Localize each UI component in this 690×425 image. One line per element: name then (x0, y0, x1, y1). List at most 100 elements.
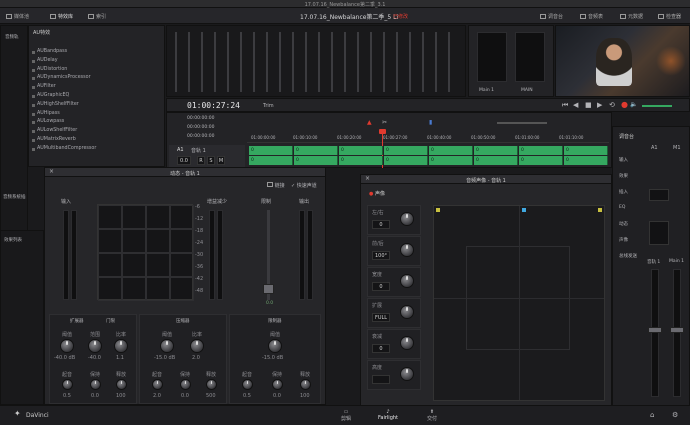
audio-clip[interactable]: 0 (474, 146, 518, 155)
audio-clip[interactable]: 0 (384, 156, 428, 165)
pan-param-value[interactable]: 0 (372, 344, 390, 353)
limit-slider-handle[interactable] (263, 284, 274, 294)
fader-handle[interactable] (670, 327, 684, 333)
pan-knob[interactable] (400, 243, 414, 257)
close-icon[interactable]: × (365, 175, 370, 182)
release-knob[interactable] (206, 379, 217, 390)
audio-clip[interactable]: 0 (339, 156, 383, 165)
playhead-handle[interactable] (379, 129, 386, 134)
media-pool-button[interactable]: 媒体池 (6, 13, 29, 20)
video-viewer[interactable] (555, 25, 690, 97)
blade-tool-icon[interactable]: ✂ (382, 119, 387, 126)
list-item[interactable]: AUDelay (31, 57, 161, 66)
pan-param-value[interactable]: 0 (372, 220, 390, 229)
pan-param-value[interactable]: FULL (372, 313, 390, 322)
dynamics-titlebar[interactable]: 动态 - 音轨 1 × (45, 168, 325, 177)
volume-slider[interactable] (642, 105, 672, 107)
pan-param-value[interactable] (372, 375, 390, 384)
play-reverse-button[interactable]: ◀ (573, 101, 578, 109)
range-knob[interactable] (88, 339, 102, 353)
pan-knob[interactable] (400, 305, 414, 319)
release-knob[interactable] (300, 379, 311, 390)
index-button[interactable]: 索引 (88, 13, 106, 20)
attack-knob[interactable] (242, 379, 253, 390)
track-volume[interactable]: 0.0 (177, 156, 191, 165)
audio-clip[interactable]: 0 (249, 156, 293, 165)
hold-knob[interactable] (180, 379, 191, 390)
inspector-button[interactable]: 检查器 (658, 13, 681, 20)
pan-titlebar[interactable]: 音频声像 - 音轨 1 × (361, 175, 611, 184)
audio-clip[interactable]: 0 (564, 146, 608, 155)
home-icon[interactable]: ⌂ (650, 411, 654, 419)
list-item[interactable]: AUBandpass (31, 48, 161, 57)
meters-button[interactable]: 音频表 (580, 13, 603, 20)
zoom-slider[interactable] (497, 122, 547, 124)
list-item[interactable]: AUGraphicEQ (31, 92, 161, 101)
list-item[interactable]: AULowpass (31, 118, 161, 127)
release-knob[interactable] (116, 379, 127, 390)
attack-knob[interactable] (152, 379, 163, 390)
metadata-button[interactable]: 元数据 (620, 13, 643, 20)
hold-knob[interactable] (272, 379, 283, 390)
audio-clip[interactable]: 0 (339, 146, 383, 155)
threshold-knob[interactable] (268, 339, 282, 353)
audio-track-lane[interactable]: 0000000000000000 (249, 146, 609, 166)
pan-knob[interactable] (400, 212, 414, 226)
audio-clip[interactable]: 0 (294, 146, 338, 155)
timeline-ruler[interactable]: 01:00:00:00 01:00:10:00 01:00:20:00 01:0… (247, 133, 609, 143)
loop-button[interactable]: ⟲ (609, 101, 615, 109)
audio-clip[interactable]: 0 (429, 156, 473, 165)
record-button[interactable]: ● (621, 100, 628, 109)
threshold-knob[interactable] (160, 339, 174, 353)
list-item[interactable]: AULowShelfFilter (31, 127, 161, 136)
page-tab-edit[interactable]: ▭ 剪辑 (334, 409, 358, 422)
audio-clip[interactable]: 0 (249, 146, 293, 155)
channel-fader-meter[interactable] (651, 269, 659, 397)
pan-grid[interactable] (433, 205, 605, 401)
track-header[interactable]: A1 音轨 1 0.0 R S M (169, 145, 245, 167)
link-checkbox[interactable]: 链接 (267, 182, 285, 189)
ratio-knob[interactable] (114, 339, 128, 353)
pan-param-value[interactable]: 100° (372, 251, 390, 260)
play-button[interactable]: ▶ (597, 101, 602, 109)
list-item[interactable]: AUMatrixReverb (31, 136, 161, 145)
close-icon[interactable]: × (49, 168, 54, 175)
settings-icon[interactable]: ⚙ (672, 411, 678, 419)
threshold-knob[interactable] (60, 339, 74, 353)
page-tab-deliver[interactable]: ⬆ 交付 (420, 409, 444, 422)
snap-icon[interactable]: ▮ (429, 119, 432, 126)
track-mute-button[interactable]: M (217, 156, 225, 165)
audio-clip[interactable]: 0 (429, 146, 473, 155)
page-tab-fairlight[interactable]: ♪ Fairlight (370, 409, 406, 421)
list-item[interactable]: AUDynamicsProcessor (31, 74, 161, 83)
audio-clip[interactable]: 0 (519, 156, 563, 165)
audio-clip[interactable]: 0 (564, 156, 608, 165)
channel-fader-meter[interactable] (673, 269, 681, 397)
list-item[interactable]: AUMultibandCompressor (31, 145, 161, 154)
track-solo-button[interactable]: S (207, 156, 215, 165)
list-item[interactable]: AUHipass (31, 110, 161, 119)
sidebar-label-plugins[interactable]: 音频系统插 (3, 194, 26, 200)
pan-knob[interactable] (400, 336, 414, 350)
effects-library-button[interactable]: 特效库 (50, 13, 73, 20)
hold-knob[interactable] (90, 379, 101, 390)
list-item[interactable]: AUHighShelfFilter (31, 101, 161, 110)
audio-clip[interactable]: 0 (294, 156, 338, 165)
dynamics-transfer-graph[interactable] (97, 204, 194, 301)
volume-icon[interactable]: 🔈 (630, 101, 637, 108)
list-item[interactable]: AUFilter (31, 83, 161, 92)
mixer-button[interactable]: 调音台 (540, 13, 563, 20)
gate-switch[interactable]: 门限 (106, 318, 115, 324)
audio-clip[interactable]: 0 (474, 156, 518, 165)
attack-knob[interactable] (62, 379, 73, 390)
pan-mini-graph[interactable] (649, 221, 669, 245)
ratio-knob[interactable] (190, 339, 204, 353)
list-item[interactable]: AUDistortion (31, 66, 161, 75)
audio-clip[interactable]: 0 (519, 146, 563, 155)
rewind-button[interactable]: ⏮ (562, 101, 568, 110)
fast-channel-checkbox[interactable]: ✓ 快速声道 (291, 182, 317, 189)
pan-knob[interactable] (400, 367, 414, 381)
track-record-button[interactable]: R (197, 156, 205, 165)
edit-mode[interactable]: Trim (263, 103, 274, 109)
stop-button[interactable]: ■ (585, 101, 592, 109)
